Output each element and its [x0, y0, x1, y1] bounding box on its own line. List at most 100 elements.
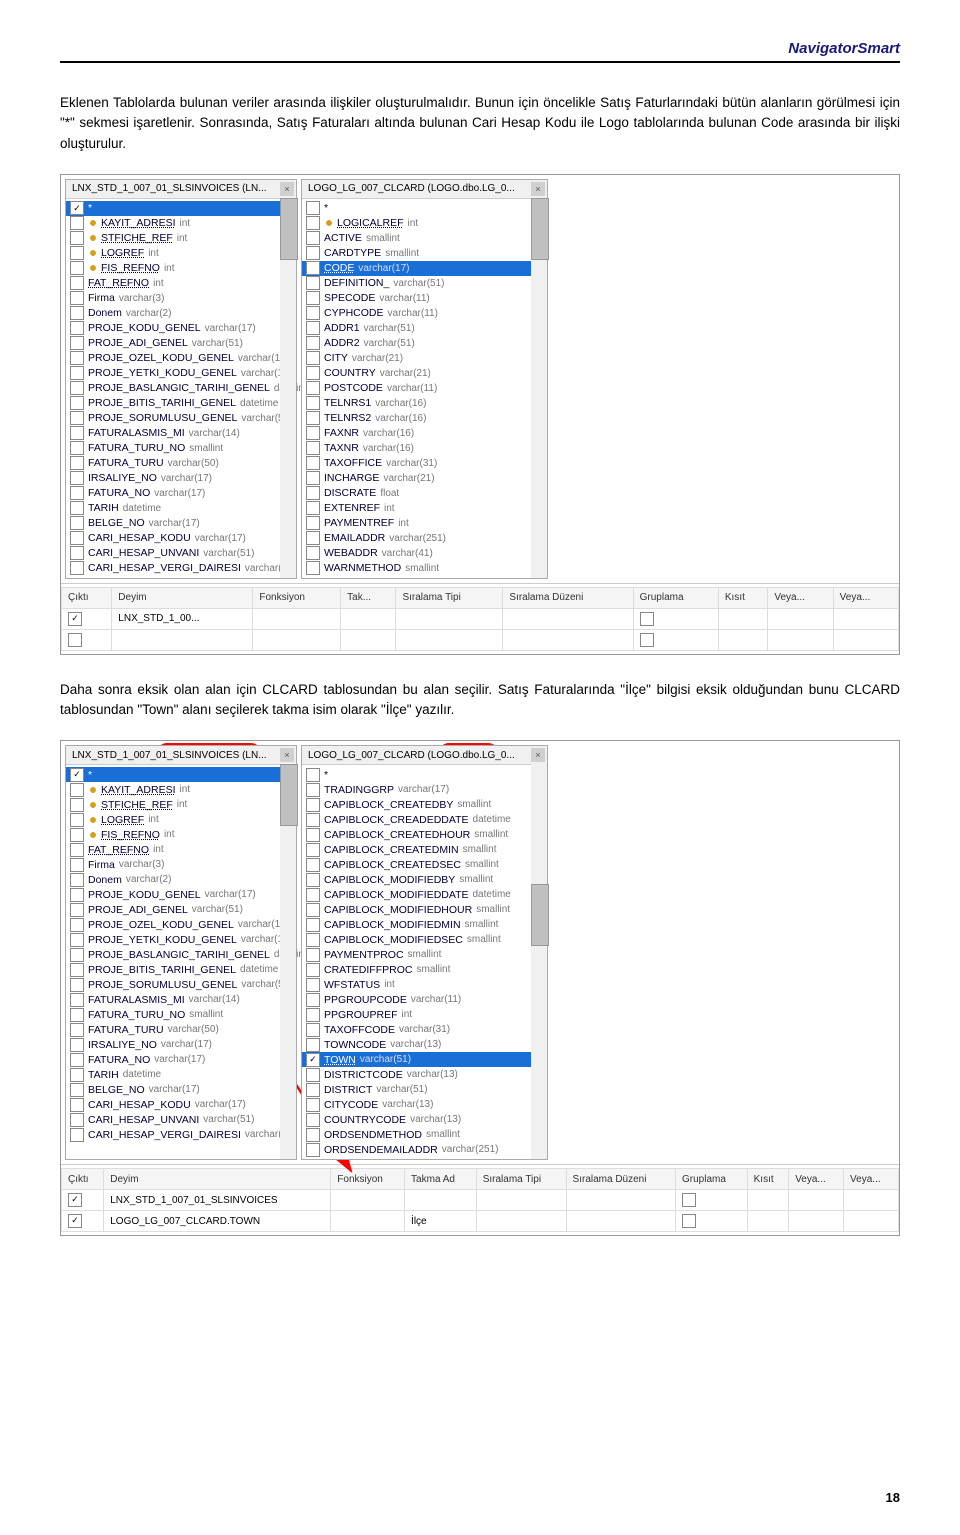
grid-cell[interactable]	[789, 1190, 844, 1211]
grid-cell[interactable]	[253, 608, 341, 629]
grid-cell[interactable]	[341, 608, 396, 629]
field-row[interactable]: WARNMETHODsmallint	[302, 561, 547, 576]
field-row[interactable]: EMAILADDRvarchar(251)	[302, 531, 547, 546]
field-row[interactable]: COUNTRYvarchar(21)	[302, 366, 547, 381]
checkbox[interactable]	[70, 366, 84, 380]
checkbox[interactable]	[306, 306, 320, 320]
grid-row[interactable]: LNX_STD_1_007_01_SLSINVOICES	[62, 1190, 899, 1211]
checkbox[interactable]	[70, 411, 84, 425]
scrollbar[interactable]	[280, 198, 296, 578]
field-row[interactable]: PROJE_BITIS_TARIHI_GENELdatetime	[66, 396, 296, 411]
field-row[interactable]: ADDR1varchar(51)	[302, 321, 547, 336]
field-row[interactable]: TRADINGGRPvarchar(17)	[302, 782, 547, 797]
checkbox[interactable]	[70, 1128, 84, 1142]
field-row[interactable]: STFICHE_REFint	[66, 797, 296, 812]
checkbox[interactable]	[70, 426, 84, 440]
grid-header[interactable]: Sıralama Düzeni	[503, 587, 633, 608]
field-row[interactable]: CAPIBLOCK_MODIFIEDSECsmallint	[302, 932, 547, 947]
field-row[interactable]: EXTENREFint	[302, 501, 547, 516]
field-row[interactable]: PROJE_ADI_GENELvarchar(51)	[66, 902, 296, 917]
field-row[interactable]: Donemvarchar(2)	[66, 306, 296, 321]
grid-cell[interactable]	[833, 608, 898, 629]
checkbox[interactable]	[306, 321, 320, 335]
field-row[interactable]: PROJE_YETKI_KODU_GENELvarchar(11)	[66, 932, 296, 947]
field-row[interactable]: PROJE_KODU_GENELvarchar(17)	[66, 887, 296, 902]
grid-header[interactable]: Deyim	[104, 1169, 331, 1190]
checkbox[interactable]	[70, 546, 84, 560]
field-row[interactable]: DEFINITION_varchar(51)	[302, 276, 547, 291]
grid-cell[interactable]	[768, 629, 833, 650]
field-row[interactable]: LOGREFint	[66, 246, 296, 261]
grid-header[interactable]: Veya...	[768, 587, 833, 608]
field-row[interactable]: PAYMENTPROCsmallint	[302, 947, 547, 962]
field-row[interactable]: KAYIT_ADRESIint	[66, 782, 296, 797]
checkbox[interactable]	[306, 396, 320, 410]
checkbox[interactable]	[70, 888, 84, 902]
grid-header[interactable]: Veya...	[789, 1169, 844, 1190]
field-row[interactable]: CYPHCODEvarchar(11)	[302, 306, 547, 321]
checkbox[interactable]	[306, 471, 320, 485]
field-row[interactable]: LOGICALREFint	[302, 216, 547, 231]
field-row[interactable]: CAPIBLOCK_CREATEDHOURsmallint	[302, 827, 547, 842]
field-row[interactable]: PROJE_BASLANGIC_TARIHI_GENELdatetime	[66, 947, 296, 962]
grid-cell[interactable]	[747, 1190, 789, 1211]
star-row[interactable]: *	[66, 201, 296, 216]
checkbox[interactable]	[306, 201, 320, 215]
checkbox[interactable]	[306, 261, 320, 275]
field-row[interactable]: CARI_HESAP_KODUvarchar(17)	[66, 531, 296, 546]
field-row[interactable]: TELNRS1varchar(16)	[302, 396, 547, 411]
field-row[interactable]: KAYIT_ADRESIint	[66, 216, 296, 231]
checkbox[interactable]	[306, 858, 320, 872]
field-row[interactable]: LOGREFint	[66, 812, 296, 827]
grid-header[interactable]: Fonksiyon	[253, 587, 341, 608]
checkbox[interactable]	[68, 612, 82, 626]
field-row[interactable]: PROJE_SORUMLUSU_GENELvarchar(51)	[66, 977, 296, 992]
field-row[interactable]: PROJE_SORUMLUSU_GENELvarchar(51)	[66, 411, 296, 426]
grid-cell[interactable]	[789, 1211, 844, 1232]
grid-cell[interactable]	[675, 1211, 747, 1232]
checkbox[interactable]	[70, 828, 84, 842]
checkbox[interactable]	[306, 1023, 320, 1037]
grid-cell[interactable]	[833, 629, 898, 650]
scrollbar[interactable]	[531, 764, 547, 1159]
table-tab-left-2[interactable]: LNX_STD_1_007_01_SLSINVOICES (LN... ×	[66, 746, 296, 765]
field-row[interactable]: COUNTRYCODEvarchar(13)	[302, 1112, 547, 1127]
checkbox[interactable]	[70, 978, 84, 992]
checkbox[interactable]	[70, 291, 84, 305]
grid-cell[interactable]	[112, 629, 253, 650]
checkbox[interactable]	[306, 1113, 320, 1127]
checkbox[interactable]	[682, 1193, 696, 1207]
grid-header[interactable]: Tak...	[341, 587, 396, 608]
checkbox[interactable]	[70, 336, 84, 350]
checkbox[interactable]	[70, 321, 84, 335]
grid-cell[interactable]	[396, 608, 503, 629]
checkbox[interactable]	[68, 1193, 82, 1207]
checkbox[interactable]	[306, 486, 320, 500]
checkbox[interactable]	[70, 456, 84, 470]
field-row[interactable]: CAPIBLOCK_CREATEDMINsmallint	[302, 842, 547, 857]
field-row[interactable]: CITYCODEvarchar(13)	[302, 1097, 547, 1112]
checkbox[interactable]	[306, 933, 320, 947]
checkbox[interactable]	[306, 1038, 320, 1052]
checkbox[interactable]	[306, 1053, 320, 1067]
checkbox[interactable]	[70, 1068, 84, 1082]
checkbox[interactable]	[70, 231, 84, 245]
field-row[interactable]: CAPIBLOCK_CREADEDDATEdatetime	[302, 812, 547, 827]
field-row[interactable]: TAXOFFCODEvarchar(31)	[302, 1022, 547, 1037]
field-row[interactable]: TELNRS2varchar(16)	[302, 411, 547, 426]
grid-cell[interactable]	[844, 1211, 899, 1232]
checkbox[interactable]	[306, 546, 320, 560]
field-row[interactable]: FATURA_NOvarchar(17)	[66, 486, 296, 501]
checkbox[interactable]	[306, 381, 320, 395]
checkbox[interactable]	[70, 768, 84, 782]
checkbox[interactable]	[70, 783, 84, 797]
field-row[interactable]: ORDSENDEMAILADDRvarchar(251)	[302, 1142, 547, 1157]
grid-row[interactable]: LOGO_LG_007_CLCARD.TOWNİlçe	[62, 1211, 899, 1232]
checkbox[interactable]	[306, 501, 320, 515]
checkbox[interactable]	[640, 633, 654, 647]
grid-cell[interactable]	[718, 608, 767, 629]
field-row[interactable]: PROJE_OZEL_KODU_GENELvarchar(11)	[66, 351, 296, 366]
checkbox[interactable]	[306, 1128, 320, 1142]
checkbox[interactable]	[70, 441, 84, 455]
grid-cell[interactable]: İlçe	[405, 1211, 477, 1232]
